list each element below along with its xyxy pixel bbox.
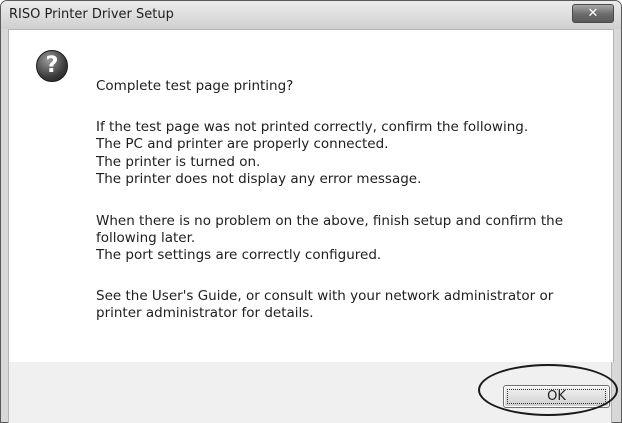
question-icon: ? <box>36 50 68 82</box>
message-line: When there is no problem on the above, f… <box>96 213 564 229</box>
message-line: The printer is turned on. <box>96 154 261 170</box>
ok-button-label: OK <box>547 389 566 404</box>
message-line: The printer does not display any error m… <box>96 171 422 187</box>
message-line: following later. <box>96 230 196 246</box>
close-button[interactable]: ✕ <box>572 4 614 23</box>
ok-button[interactable]: OK <box>503 385 610 408</box>
close-icon: ✕ <box>587 6 599 21</box>
message-line: See the User's Guide, or consult with yo… <box>96 288 554 304</box>
dialog-question: Complete test page printing? <box>96 78 294 94</box>
title-bar[interactable]: RISO Printer Driver Setup ✕ <box>1 1 621 29</box>
message-line: printer administrator for details. <box>96 305 314 321</box>
message-line: The PC and printer are properly connecte… <box>96 136 389 152</box>
message-line: The port settings are correctly configur… <box>96 247 382 263</box>
message-line: If the test page was not printed correct… <box>96 119 529 135</box>
window-title: RISO Printer Driver Setup <box>9 7 174 22</box>
